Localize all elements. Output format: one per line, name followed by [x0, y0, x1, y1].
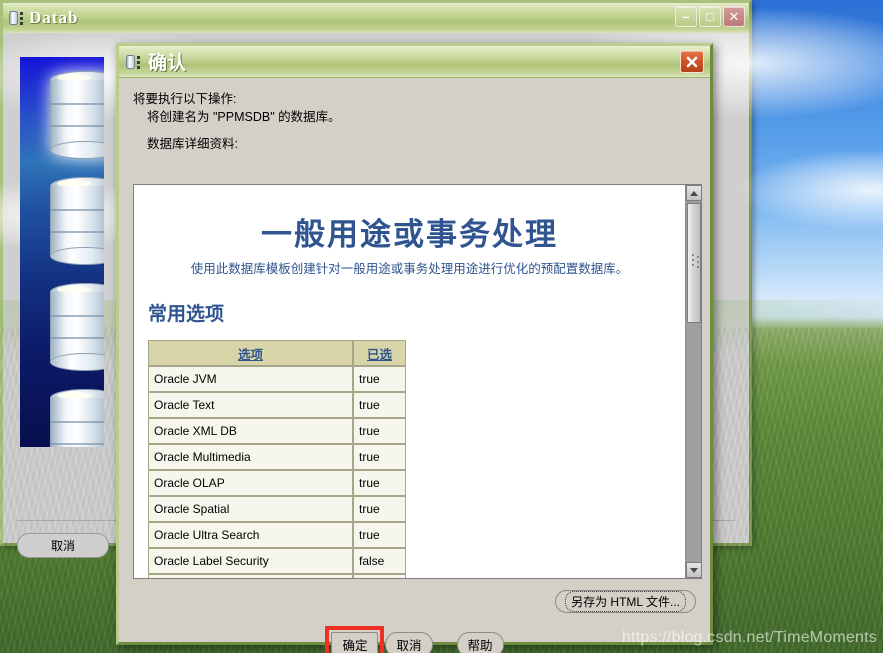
- database-cylinder-icon: [50, 283, 104, 371]
- option-selected: true: [353, 470, 406, 496]
- table-row: Oracle Spatial true: [148, 496, 406, 522]
- ok-button[interactable]: 确定: [331, 632, 379, 653]
- option-selected: true: [353, 496, 406, 522]
- table-row: Oracle OLAP true: [148, 470, 406, 496]
- option-selected: true: [353, 392, 406, 418]
- option-selected: [353, 574, 406, 578]
- help-button-label: 帮助: [467, 639, 493, 653]
- chevron-down-icon: [690, 567, 698, 573]
- table-row: Oracle XML DB true: [148, 418, 406, 444]
- column-header-selected[interactable]: 已选: [353, 340, 406, 366]
- close-icon: [686, 56, 698, 67]
- template-title: 一般用途或事务处理: [261, 217, 558, 252]
- table-row: Oracle Multimedia true: [148, 444, 406, 470]
- background-cancel-button[interactable]: 取消: [17, 533, 109, 558]
- action-detail-line: 将创建名为 "PPMSDB" 的数据库。: [147, 110, 341, 124]
- database-cylinder-icon: [50, 71, 104, 159]
- common-options-heading: 常用选项: [148, 304, 225, 325]
- action-summary-line: 将要执行以下操作:: [133, 92, 237, 106]
- scrollbar-thumb[interactable]: [687, 203, 701, 323]
- dialog-body: 将要执行以下操作: 将创建名为 "PPMSDB" 的数据库。 数据库详细资料: …: [119, 78, 710, 653]
- scroll-up-button[interactable]: [686, 185, 702, 201]
- details-vertical-scrollbar[interactable]: [685, 185, 702, 578]
- scroll-down-button[interactable]: [686, 562, 702, 578]
- database-icon: [9, 10, 25, 26]
- table-row: Oracle Ultra Search true: [148, 522, 406, 548]
- table-row: Oracle JVM true: [148, 366, 406, 392]
- option-name: Oracle OLAP: [148, 470, 353, 496]
- option-name: Oracle XML DB: [148, 418, 353, 444]
- option-selected: true: [353, 522, 406, 548]
- dialog-titlebar[interactable]: 确认: [119, 46, 710, 78]
- option-name: Oracle Text: [148, 392, 353, 418]
- option-name: Oracle Multimedia: [148, 444, 353, 470]
- chevron-up-icon: [690, 190, 698, 196]
- option-name: Oracle Ultra Search: [148, 522, 353, 548]
- close-icon: ✕: [728, 8, 740, 24]
- save-as-html-label: 另存为 HTML 文件...: [565, 591, 686, 612]
- save-as-html-button[interactable]: 另存为 HTML 文件...: [555, 590, 696, 613]
- details-document: 一般用途或事务处理 使用此数据库模板创建针对一般用途或事务处理用途进行优化的预配…: [134, 185, 685, 578]
- watermark-text: https://blog.csdn.net/TimeMoments: [621, 629, 877, 646]
- database-details-panel[interactable]: 一般用途或事务处理 使用此数据库模板创建针对一般用途或事务处理用途进行优化的预配…: [133, 184, 702, 579]
- background-window-title: Datab: [29, 8, 79, 27]
- option-selected: false: [353, 548, 406, 574]
- minimize-button[interactable]: –: [675, 6, 697, 27]
- template-description: 使用此数据库模板创建针对一般用途或事务处理用途进行优化的预配置数据库。: [190, 262, 629, 276]
- table-row: Oracle Label Security false: [148, 548, 406, 574]
- close-button[interactable]: ✕: [723, 6, 745, 27]
- option-name: [148, 574, 353, 578]
- minimize-icon: –: [682, 9, 690, 24]
- dialog-title: 确认: [148, 53, 187, 74]
- background-cancel-label: 取消: [50, 539, 75, 553]
- column-header-selected-label: 已选: [366, 347, 392, 362]
- database-icon: [126, 54, 142, 70]
- ok-button-label: 确定: [342, 639, 368, 653]
- option-selected: true: [353, 418, 406, 444]
- desktop: Datab – □ ✕ 取消 确认 将要执行以下操作: 将创建名为 "PPMSD…: [0, 0, 883, 653]
- database-banner-graphic: [20, 57, 104, 447]
- maximize-button[interactable]: □: [699, 6, 721, 27]
- column-header-option[interactable]: 选项: [148, 340, 353, 366]
- database-cylinder-icon: [50, 177, 104, 265]
- column-header-option-label: 选项: [237, 347, 263, 362]
- window-controls: – □ ✕: [675, 6, 745, 27]
- table-row: [148, 574, 406, 578]
- help-button[interactable]: 帮助: [456, 632, 504, 653]
- option-name: Oracle JVM: [148, 366, 353, 392]
- table-row: Oracle Text true: [148, 392, 406, 418]
- maximize-icon: □: [706, 9, 714, 24]
- background-window-titlebar[interactable]: Datab – □ ✕: [3, 3, 749, 33]
- option-name: Oracle Spatial: [148, 496, 353, 522]
- dialog-close-button[interactable]: [680, 50, 704, 73]
- cancel-button[interactable]: 取消: [385, 632, 433, 653]
- confirmation-dialog[interactable]: 确认 将要执行以下操作: 将创建名为 "PPMSDB" 的数据库。 数据库详细资…: [116, 43, 713, 653]
- option-selected: true: [353, 444, 406, 470]
- options-table: 选项 已选 Oracle JVM true Oracle Text true O…: [148, 340, 406, 578]
- details-label: 数据库详细资料:: [147, 137, 238, 151]
- table-header-row: 选项 已选: [148, 340, 406, 366]
- ok-button-highlight: 确定: [325, 626, 385, 653]
- cancel-button-label: 取消: [396, 639, 422, 653]
- database-cylinder-icon: [50, 389, 104, 447]
- option-name: Oracle Label Security: [148, 548, 353, 574]
- option-selected: true: [353, 366, 406, 392]
- scrollbar-grip-icon: [692, 254, 699, 268]
- options-table-body: Oracle JVM true Oracle Text true Oracle …: [148, 366, 406, 578]
- cloud-decoration: [740, 150, 883, 230]
